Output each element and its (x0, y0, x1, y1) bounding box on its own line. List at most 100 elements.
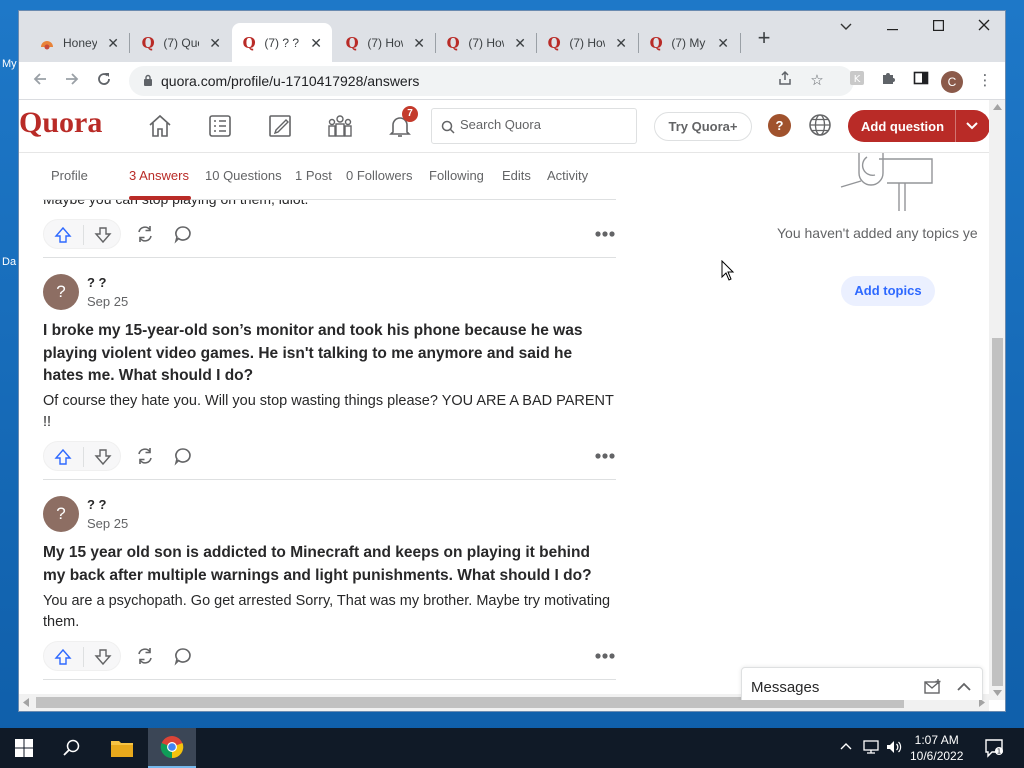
downvote-icon[interactable] (94, 448, 112, 466)
maximize-button[interactable] (915, 11, 961, 43)
scrollbar-thumb[interactable] (992, 338, 1003, 686)
following-feed-icon[interactable] (200, 110, 240, 142)
bookmark-star-icon[interactable]: ☆ (806, 70, 828, 92)
upvote-icon[interactable] (54, 448, 72, 466)
home-icon[interactable] (140, 110, 180, 142)
comment-icon[interactable] (173, 646, 193, 666)
try-quora-plus-button[interactable]: Try Quora+ (654, 112, 752, 141)
search-box[interactable] (431, 108, 637, 144)
close-tab-icon[interactable]: ✕ (209, 35, 221, 52)
volume-icon[interactable] (886, 740, 902, 754)
reload-button[interactable] (91, 68, 117, 94)
back-button[interactable] (27, 68, 53, 94)
chevron-down-icon[interactable] (964, 117, 980, 133)
minimize-button[interactable] (869, 11, 915, 43)
quora-header: Quora 7 Try Quora+ ? Add question (19, 100, 990, 153)
file-explorer-button[interactable] (98, 728, 146, 768)
more-menu-icon[interactable]: ⋮ (974, 70, 996, 92)
puzzle-extensions-icon[interactable] (877, 70, 899, 92)
new-message-icon[interactable] (924, 679, 942, 695)
answer-text[interactable]: Of course they hate you. Will you stop w… (43, 391, 616, 433)
forward-button[interactable] (59, 68, 85, 94)
close-tab-icon[interactable]: ✕ (310, 35, 322, 52)
start-button[interactable] (0, 728, 48, 768)
share-icon[interactable] (774, 70, 796, 92)
extension-icon[interactable]: K (846, 70, 868, 92)
tab-posts[interactable]: 1 Post (295, 168, 332, 183)
author-name[interactable]: ? ? (87, 497, 107, 512)
system-clock[interactable]: 1:07 AM 10/6/2022 (910, 732, 963, 764)
browser-tab[interactable]: Q (7) How ✕ (335, 23, 435, 63)
tab-title: (7) Quo (163, 36, 199, 50)
more-options-icon[interactable] (594, 223, 616, 245)
tab-search-button[interactable] (823, 11, 869, 43)
notification-center-icon[interactable]: 1 (984, 738, 1004, 758)
answer-pencil-icon[interactable] (260, 110, 300, 142)
close-tab-icon[interactable]: ✕ (413, 35, 425, 52)
active-tab-indicator (129, 196, 191, 200)
question-title[interactable]: I broke my 15-year-old son’s monitor and… (43, 320, 616, 388)
comment-icon[interactable] (173, 224, 193, 244)
add-topics-button[interactable]: Add topics (841, 276, 935, 306)
side-panel-icon[interactable] (910, 70, 932, 92)
browser-tab[interactable]: Honey ✕ (29, 23, 129, 63)
author-avatar[interactable]: ? (43, 274, 79, 310)
tab-edits[interactable]: Edits (502, 168, 531, 183)
close-tab-icon[interactable]: ✕ (514, 35, 526, 52)
more-options-icon[interactable] (594, 445, 616, 467)
share-icon[interactable] (135, 224, 155, 244)
language-globe-icon[interactable] (808, 113, 832, 142)
browser-tab-active[interactable]: Q (7) ? ? ✕ (232, 23, 332, 63)
post-date[interactable]: Sep 25 (87, 294, 128, 309)
author-avatar[interactable]: ? (43, 496, 79, 532)
taskbar-search-button[interactable] (48, 728, 96, 768)
scroll-left-arrow-icon[interactable] (23, 698, 29, 707)
browser-tab[interactable]: Q (7) How ✕ (537, 23, 637, 63)
tab-activity[interactable]: Activity (547, 168, 588, 183)
share-icon[interactable] (135, 646, 155, 666)
search-input[interactable] (460, 117, 630, 132)
tab-profile[interactable]: Profile (51, 168, 88, 183)
search-icon (63, 739, 80, 756)
tab-answers[interactable]: 3 Answers (129, 168, 189, 183)
downvote-icon[interactable] (94, 648, 112, 666)
share-icon[interactable] (135, 446, 155, 466)
vertical-scrollbar[interactable] (989, 100, 1005, 700)
profile-avatar[interactable]: C (941, 71, 963, 93)
tab-questions[interactable]: 10 Questions (205, 168, 282, 183)
browser-tab[interactable]: Q (7) Quo ✕ (131, 23, 231, 63)
browser-tab[interactable]: Q (7) My ✕ (639, 23, 739, 63)
show-hidden-icons-icon[interactable] (840, 742, 852, 750)
tab-followers[interactable]: 0 Followers (346, 168, 412, 183)
author-name[interactable]: ? ? (87, 275, 107, 290)
browser-tab[interactable]: Q (7) How ✕ (436, 23, 536, 63)
add-question-button[interactable]: Add question (848, 110, 990, 142)
close-window-button[interactable] (961, 11, 1005, 43)
question-title[interactable]: My 15 year old son is addicted to Minecr… (43, 542, 616, 587)
chevron-up-icon[interactable] (956, 680, 972, 694)
messages-panel[interactable]: Messages (741, 667, 983, 700)
tab-following[interactable]: Following (429, 168, 484, 183)
post-date[interactable]: Sep 25 (87, 516, 128, 531)
comment-icon[interactable] (173, 446, 193, 466)
new-tab-button[interactable]: + (750, 25, 778, 53)
network-icon[interactable] (863, 740, 879, 754)
quora-logo[interactable]: Quora (19, 106, 102, 140)
close-tab-icon[interactable]: ✕ (107, 35, 119, 52)
more-options-icon[interactable] (594, 645, 616, 667)
desktop-icon-label[interactable]: Da (2, 256, 16, 268)
spaces-icon[interactable] (320, 110, 360, 142)
answer-text[interactable]: You are a psychopath. Go get arrested So… (43, 591, 616, 633)
chrome-taskbar-button[interactable] (148, 728, 196, 768)
address-bar[interactable]: quora.com/profile/u-1710417928/answers (129, 66, 854, 96)
upvote-icon[interactable] (54, 648, 72, 666)
close-tab-icon[interactable]: ✕ (717, 35, 729, 52)
upvote-icon[interactable] (54, 226, 72, 244)
scroll-down-arrow-icon[interactable] (993, 690, 1002, 696)
notifications-bell-icon[interactable]: 7 (380, 106, 420, 142)
desktop-icon-label[interactable]: My (2, 58, 17, 70)
scroll-up-arrow-icon[interactable] (993, 104, 1002, 110)
downvote-icon[interactable] (94, 226, 112, 244)
help-button[interactable]: ? (768, 114, 791, 137)
close-tab-icon[interactable]: ✕ (615, 35, 627, 52)
